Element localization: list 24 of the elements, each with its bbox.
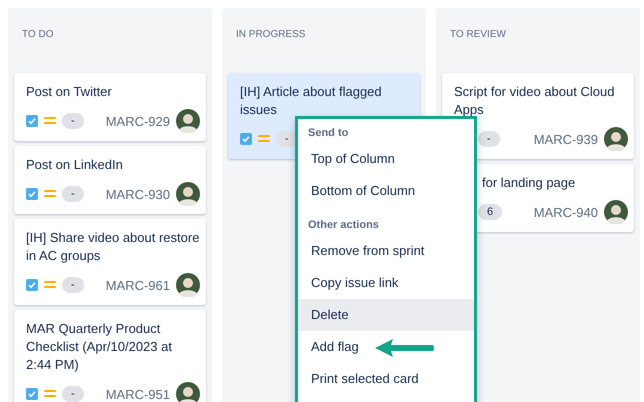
issue-key: MARC-961 — [106, 278, 170, 292]
column-title: IN PROGRESS — [235, 28, 306, 42]
card-title: [IH] Share video about restore in AC groups — [26, 229, 200, 265]
estimate-badge: - — [62, 186, 84, 202]
column-title: TO REVIEW — [449, 28, 507, 42]
issue-key: MARC-939 — [534, 132, 598, 146]
estimate-badge: - — [62, 113, 84, 129]
card-title: for landing page — [481, 174, 576, 192]
card-title: Script for video about Cloud Apps — [454, 83, 616, 119]
issue-key: MARC-951 — [106, 386, 170, 402]
issue-key: MARC-940 — [534, 204, 598, 220]
column-title: TO DO — [21, 28, 54, 42]
card-title: MAR Quarterly Product Checklist (Apr/10/2023 at 2:44 PM) — [26, 320, 173, 374]
card-title: Post on LinkedIn — [26, 156, 124, 174]
issue-key: MARC-930 — [106, 186, 170, 202]
estimate-badge: - — [62, 386, 84, 402]
menu-heading: Other actions — [307, 218, 380, 233]
issue-key: MARC-929 — [106, 114, 170, 128]
estimate-badge: - — [62, 277, 84, 293]
estimate-badge: 6 — [478, 204, 502, 220]
card-title: Post on Twitter — [26, 83, 113, 101]
card-title: [IH] Article about flagged issues — [240, 83, 383, 119]
menu-heading: Send to — [307, 126, 350, 141]
estimate-badge: - — [478, 131, 500, 147]
